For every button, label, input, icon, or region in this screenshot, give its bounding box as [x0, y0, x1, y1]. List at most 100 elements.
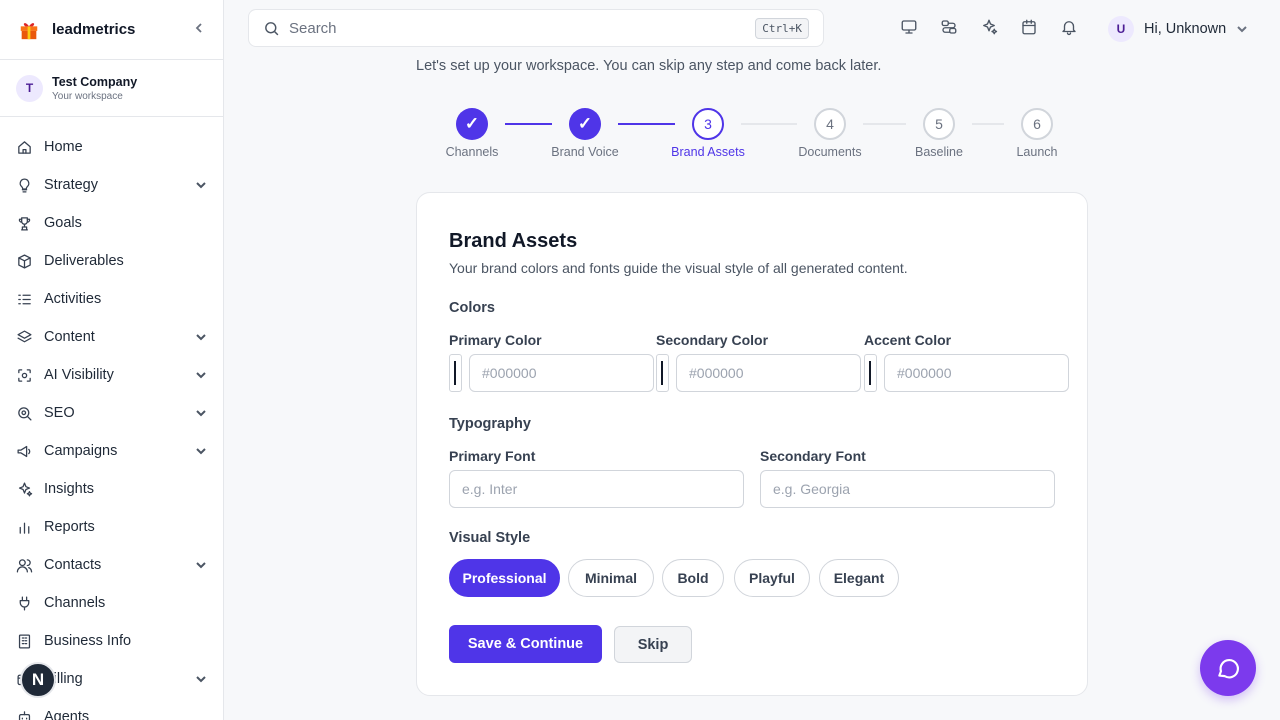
chevron-down-icon[interactable]: [195, 559, 207, 571]
monitor-icon[interactable]: [900, 18, 918, 36]
visual-style-heading: Visual Style: [449, 530, 531, 546]
sidebar-item-goals[interactable]: Goals: [0, 204, 223, 242]
sidebar-item-label: Contacts: [44, 557, 102, 573]
chevron-down-icon[interactable]: [195, 369, 207, 381]
style-option-bold[interactable]: Bold: [662, 559, 724, 597]
style-option-playful[interactable]: Playful: [734, 559, 810, 597]
primary-color-input[interactable]: [469, 354, 654, 392]
sidebar-item-label: Home: [44, 139, 83, 155]
chevron-down-icon[interactable]: [195, 179, 207, 191]
topbar-actions: [900, 18, 1100, 36]
step-connector: [741, 123, 797, 125]
sidebar-item-strategy[interactable]: Strategy: [0, 166, 223, 204]
accent-color-swatch[interactable]: [864, 354, 877, 392]
megaphone-icon: [17, 445, 31, 457]
bell-icon[interactable]: [1060, 18, 1078, 36]
step-3-indicator[interactable]: 3: [692, 108, 724, 140]
step-1-indicator[interactable]: ✓: [456, 108, 488, 140]
search-input[interactable]: [289, 19, 756, 37]
chevron-down-icon[interactable]: [195, 673, 207, 685]
sidebar-item-label: Business Info: [44, 633, 132, 649]
step-connector: [618, 123, 675, 125]
sidebar-item-content[interactable]: Content: [0, 318, 223, 356]
plug-icon: [19, 595, 30, 611]
step-6-label: Launch: [1016, 145, 1058, 159]
search-icon: [265, 21, 279, 35]
workspace-name: Test Company: [52, 74, 138, 89]
topbar: Ctrl+K U Hi, Unknown: [224, 0, 1280, 56]
workspace-switcher[interactable]: T Test Company Your workspace: [0, 60, 223, 117]
step-connector: [972, 123, 1004, 125]
search-shortcut: Ctrl+K: [755, 17, 809, 39]
sidebar-item-label: Billing: [44, 671, 83, 687]
secondary-color-swatch[interactable]: [656, 354, 669, 392]
style-option-elegant[interactable]: Elegant: [819, 559, 899, 597]
sidebar-item-seo[interactable]: SEO: [0, 394, 223, 432]
app-name: leadmetrics: [52, 21, 136, 38]
workspace-caption: Your workspace: [52, 90, 123, 102]
onboarding-intro: Let's set up your workspace. You can ski…: [416, 58, 882, 74]
chevron-down-icon[interactable]: [195, 331, 207, 343]
sidebar-item-home[interactable]: Home: [0, 128, 223, 166]
chevron-down-icon[interactable]: [195, 445, 207, 457]
accent-color-label: Accent Color: [864, 332, 952, 348]
sparkles-icon[interactable]: [980, 18, 998, 36]
users-icon: [16, 558, 33, 573]
secondary-font-label: Secondary Font: [760, 448, 866, 464]
sidebar-item-campaigns[interactable]: Campaigns: [0, 432, 223, 470]
card-subtitle: Your brand colors and fonts guide the vi…: [449, 260, 908, 276]
user-avatar: U: [1108, 16, 1134, 42]
sidebar-item-ai-visibility[interactable]: AI Visibility: [0, 356, 223, 394]
colors-heading: Colors: [449, 300, 495, 316]
workflow-icon[interactable]: [940, 18, 958, 36]
sparkles-icon: [18, 481, 33, 497]
sidebar-item-activities[interactable]: Activities: [0, 280, 223, 318]
layers-icon: [17, 329, 32, 342]
scan-icon: [18, 368, 31, 382]
sidebar-item-channels[interactable]: Channels: [0, 584, 223, 622]
primary-color-swatch[interactable]: [449, 354, 462, 392]
sidebar-item-label: Content: [44, 329, 95, 345]
user-menu[interactable]: U Hi, Unknown: [1108, 16, 1248, 42]
chat-button[interactable]: [1200, 640, 1256, 696]
secondary-font-input[interactable]: [760, 470, 1055, 508]
sidebar-item-deliverables[interactable]: Deliverables: [0, 242, 223, 280]
sidebar-item-business-info[interactable]: Business Info: [0, 622, 223, 660]
step-4-indicator[interactable]: 4: [814, 108, 846, 140]
sidebar-item-agents[interactable]: Agents: [0, 698, 223, 720]
sidebar-item-reports[interactable]: Reports: [0, 508, 223, 546]
chevron-down-icon[interactable]: [195, 407, 207, 419]
search-box[interactable]: Ctrl+K: [248, 9, 824, 47]
step-5-indicator[interactable]: 5: [923, 108, 955, 140]
step-6-indicator[interactable]: 6: [1021, 108, 1053, 140]
brand-assets-card: Brand Assets Your brand colors and fonts…: [416, 192, 1088, 696]
sidebar-item-label: Campaigns: [44, 443, 118, 459]
save-continue-button[interactable]: Save & Continue: [449, 625, 602, 663]
skip-button[interactable]: Skip: [614, 626, 692, 663]
user-greeting: Hi, Unknown: [1144, 21, 1227, 37]
step-2-indicator[interactable]: ✓: [569, 108, 601, 140]
sidebar-item-insights[interactable]: Insights: [0, 470, 223, 508]
dev-badge[interactable]: N: [20, 662, 56, 698]
style-option-professional[interactable]: Professional: [449, 559, 560, 597]
accent-color-input[interactable]: [884, 354, 1069, 392]
chevron-down-icon: [1237, 26, 1247, 33]
building-icon: [18, 633, 31, 649]
sidebar-item-label: Strategy: [44, 177, 98, 193]
primary-color-label: Primary Color: [449, 332, 542, 348]
search-zoom-icon: [18, 406, 32, 421]
primary-font-label: Primary Font: [449, 448, 536, 464]
gift-logo-icon: [20, 22, 38, 39]
collapse-sidebar-icon[interactable]: [193, 21, 205, 39]
style-option-minimal[interactable]: Minimal: [568, 559, 654, 597]
primary-font-input[interactable]: [449, 470, 744, 508]
calendar-icon[interactable]: [1020, 18, 1038, 36]
sidebar-item-label: Channels: [44, 595, 106, 611]
sidebar-item-label: Deliverables: [44, 253, 124, 269]
sidebar-item-contacts[interactable]: Contacts: [0, 546, 223, 584]
package-icon: [18, 253, 31, 269]
sidebar-item-label: Activities: [44, 291, 102, 307]
secondary-color-input[interactable]: [676, 354, 861, 392]
trophy-icon: [18, 216, 31, 231]
step-1-label: Channels: [445, 145, 499, 159]
